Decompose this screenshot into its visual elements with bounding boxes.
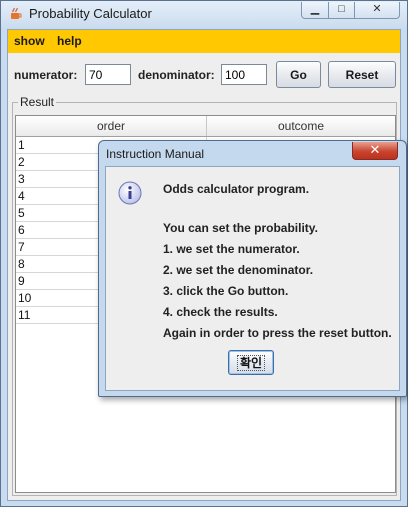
menu-help[interactable]: help bbox=[57, 34, 82, 48]
order-cell: 1 bbox=[18, 138, 25, 152]
title-bar[interactable]: Probability Calculator ▁ □ ✕ bbox=[1, 1, 407, 28]
result-title: Result bbox=[18, 95, 57, 109]
input-row: numerator: denominator: Go Reset bbox=[8, 55, 400, 91]
message-line: 1. we set the numerator. bbox=[163, 242, 300, 256]
table-header: order outcome bbox=[16, 116, 395, 137]
message-line: 3. click the Go button. bbox=[163, 284, 289, 298]
close-button[interactable]: ✕ bbox=[354, 2, 400, 19]
dialog-title: Instruction Manual bbox=[106, 147, 205, 161]
minimize-button[interactable]: ▁ bbox=[301, 2, 329, 19]
order-cell: 6 bbox=[18, 223, 25, 237]
numerator-field[interactable] bbox=[85, 64, 131, 85]
maximize-icon: □ bbox=[338, 3, 345, 15]
message-line: 4. check the results. bbox=[163, 305, 278, 319]
message-line: Again in order to press the reset button… bbox=[163, 326, 392, 340]
column-header-order[interactable]: order bbox=[16, 116, 207, 136]
order-cell: 3 bbox=[18, 172, 25, 186]
dialog-close-button[interactable]: ✕ bbox=[352, 142, 398, 160]
dialog-body: Odds calculator program. You can set the… bbox=[105, 166, 400, 391]
column-header-outcome[interactable]: outcome bbox=[207, 116, 395, 136]
ok-button[interactable]: 확인 bbox=[228, 350, 274, 375]
order-cell: 5 bbox=[18, 206, 25, 220]
close-icon: ✕ bbox=[372, 3, 382, 15]
menu-bar: show help bbox=[8, 30, 400, 53]
go-button[interactable]: Go bbox=[276, 61, 321, 88]
order-cell: 8 bbox=[18, 257, 25, 271]
instruction-dialog: Instruction Manual ✕ Odds calculator pro… bbox=[98, 140, 407, 397]
reset-button[interactable]: Reset bbox=[328, 61, 396, 88]
dialog-title-bar[interactable]: Instruction Manual ✕ bbox=[99, 141, 406, 166]
order-cell: 2 bbox=[18, 155, 25, 169]
minimize-icon: ▁ bbox=[310, 3, 320, 15]
ok-button-label: 확인 bbox=[236, 355, 266, 371]
order-cell: 11 bbox=[18, 308, 31, 322]
order-cell: 10 bbox=[18, 291, 32, 305]
window-title: Probability Calculator bbox=[29, 6, 152, 21]
message-line: You can set the probability. bbox=[163, 221, 318, 235]
numerator-label: numerator: bbox=[14, 68, 78, 82]
message-line: Odds calculator program. bbox=[163, 182, 310, 196]
java-app-icon bbox=[11, 7, 22, 19]
denominator-field[interactable] bbox=[221, 64, 267, 85]
order-cell: 9 bbox=[18, 274, 25, 288]
order-cell: 7 bbox=[18, 240, 25, 254]
denominator-label: denominator: bbox=[138, 68, 215, 82]
close-icon: ✕ bbox=[369, 142, 381, 157]
order-cell: 4 bbox=[18, 189, 25, 203]
message-line: 2. we set the denominator. bbox=[163, 263, 314, 277]
menu-show[interactable]: show bbox=[14, 34, 45, 48]
info-icon bbox=[118, 181, 142, 205]
maximize-button[interactable]: □ bbox=[328, 2, 355, 19]
